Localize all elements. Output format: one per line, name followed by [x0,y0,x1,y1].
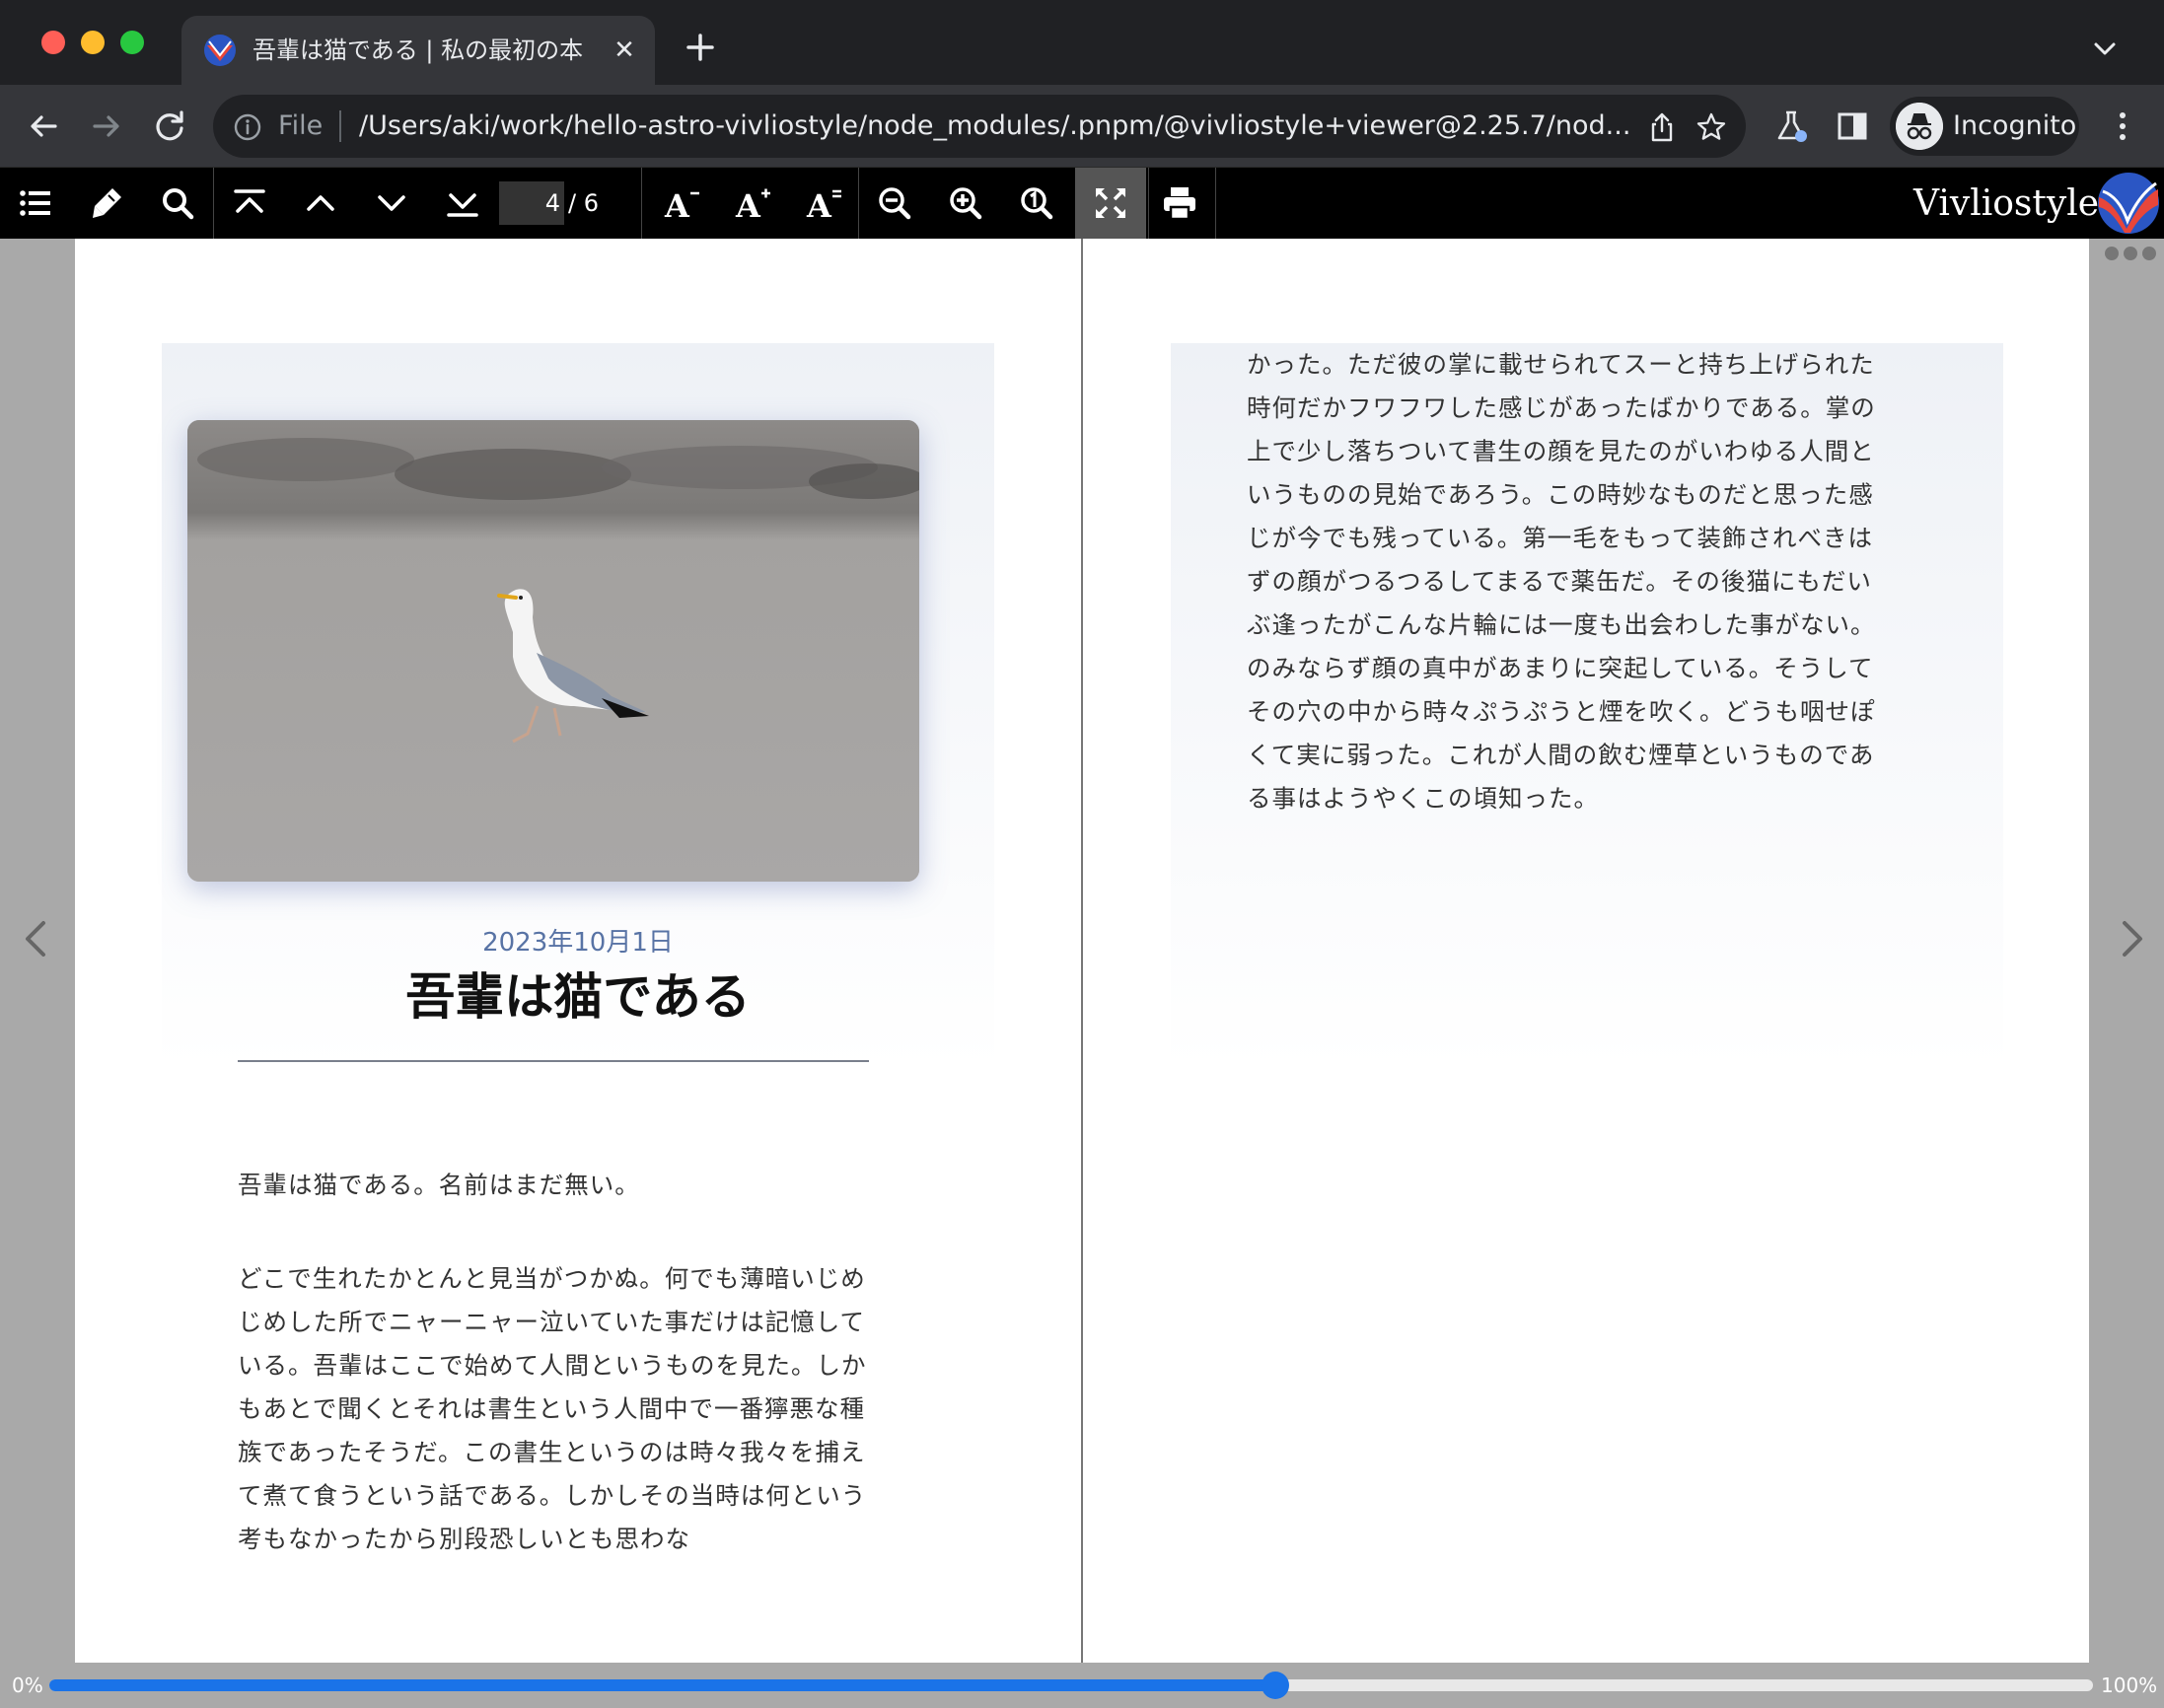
font-increase-icon: A [735,187,770,223]
publish-date: 2023年10月1日 [482,928,674,958]
close-window-button[interactable] [41,31,65,54]
url-text[interactable]: /Users/aki/work/hello-astro-vivliostyle/… [359,108,1819,144]
side-panel-icon[interactable] [1833,107,1872,146]
first-page-icon [234,189,265,213]
marker-button[interactable] [71,168,142,239]
vivliostyle-favicon-icon [204,35,236,66]
experiments-flask-icon[interactable] [1771,107,1811,146]
bookmark-star-icon[interactable] [1695,110,1728,144]
tab-title: 吾輩は猫である | 私の最初の本 [252,36,584,64]
viewer-area: 2023年10月1日 吾輩は猫である 吾輩は猫である。名前はまだ無い。 どこで生… [0,239,2164,1663]
previous-page-button[interactable] [285,168,356,239]
incognito-label: Incognito [1953,110,2077,141]
address-bar: File /Users/aki/work/hello-astro-vivlios… [0,85,2164,168]
font-size-decrease-button[interactable]: A [647,168,718,239]
toolbar-divider [641,168,642,239]
progress-slider-fill [49,1679,1275,1691]
marker-pen-icon [93,188,121,218]
incognito-chip[interactable]: Incognito [1890,97,2079,156]
minimize-window-button[interactable] [81,31,105,54]
zoom-out-icon [879,187,911,220]
font-reset-icon: A [806,187,841,223]
reload-icon[interactable] [148,105,191,148]
reading-progress-bar: 0% 100% [0,1663,2164,1708]
progress-min-label: 0% [12,1673,43,1697]
chevron-up-icon [307,195,334,211]
close-tab-icon[interactable]: ✕ [608,34,641,67]
forward-arrow-icon[interactable] [85,105,128,148]
zoom-in-button[interactable] [930,168,1001,239]
fit-to-screen-button[interactable] [1075,168,1146,239]
print-icon [1164,187,1195,221]
svg-text:A: A [664,187,690,223]
more-options-icon[interactable] [2103,245,2158,262]
tab-active[interactable]: 吾輩は猫である | 私の最初の本 ✕ [181,16,655,85]
toc-button[interactable] [0,168,71,239]
seagull-photo-illustration [187,420,919,882]
info-icon[interactable] [233,112,262,142]
omnibox[interactable]: File /Users/aki/work/hello-astro-vivlios… [213,95,1746,158]
last-page-icon [447,193,478,217]
brand-name: Vivliostyle [1913,183,2100,224]
font-size-increase-button[interactable]: A [718,168,789,239]
chevron-down-icon[interactable] [2087,32,2123,67]
progress-slider-thumb[interactable] [1262,1672,1289,1699]
title-divider [238,1060,869,1062]
url-scheme: File [278,110,324,141]
paragraph-2: どこで生れたかとんと見当がつかぬ。何でも薄暗いじめじめした所でニャーニャー泣いて… [238,1264,867,1553]
viewer-toolbar: 4 / 6 A A A Vivliostyle [0,168,2164,239]
share-icon[interactable] [1645,110,1679,144]
page-spine-divider [1081,239,1083,1663]
last-page-button[interactable] [427,168,498,239]
more-vertical-icon[interactable] [2103,107,2142,146]
progress-max-label: 100% [2101,1673,2158,1697]
zoom-out-button[interactable] [859,168,930,239]
incognito-icon [1896,103,1943,150]
svg-text:A: A [735,187,761,223]
paragraph-continued: かった。ただ彼の掌に載せられてスーと持ち上げられた時何だかフワフワした感じがあっ… [1247,350,1876,813]
page-total: / 6 [568,189,599,217]
zoom-actual-size-icon [1021,187,1053,220]
progress-slider-track[interactable] [49,1672,2093,1699]
article-title: 吾輩は猫である [405,968,751,1026]
search-button[interactable] [142,168,213,239]
page-spread: 2023年10月1日 吾輩は猫である 吾輩は猫である。名前はまだ無い。 どこで生… [75,239,2089,1663]
fit-to-screen-icon [1095,187,1126,219]
font-decrease-icon: A [664,187,699,223]
toolbar-divider [1215,168,1216,239]
maximize-window-button[interactable] [120,31,144,54]
svg-text:A: A [806,187,832,223]
next-page-button[interactable] [356,168,427,239]
font-size-reset-button[interactable]: A [789,168,860,239]
zoom-in-icon [950,187,982,220]
first-page-button[interactable] [214,168,285,239]
chevron-down-icon [378,195,405,211]
actual-size-button[interactable] [1001,168,1072,239]
page-number-input[interactable]: 4 [499,181,564,225]
paragraph-1: 吾輩は猫である。名前はまだ無い。 [238,1171,640,1199]
back-arrow-icon[interactable] [22,105,65,148]
list-icon [20,190,50,216]
previous-page-arrow-icon[interactable] [16,909,55,968]
print-button[interactable] [1144,168,1215,239]
search-icon [163,188,194,220]
next-page-arrow-icon[interactable] [2113,909,2152,968]
vivliostyle-logo-icon [2098,173,2159,234]
hero-photo [187,420,919,882]
omnibox-divider [339,110,341,142]
new-tab-icon[interactable] [681,28,720,67]
tab-bar: 吾輩は猫である | 私の最初の本 ✕ [0,0,2164,85]
